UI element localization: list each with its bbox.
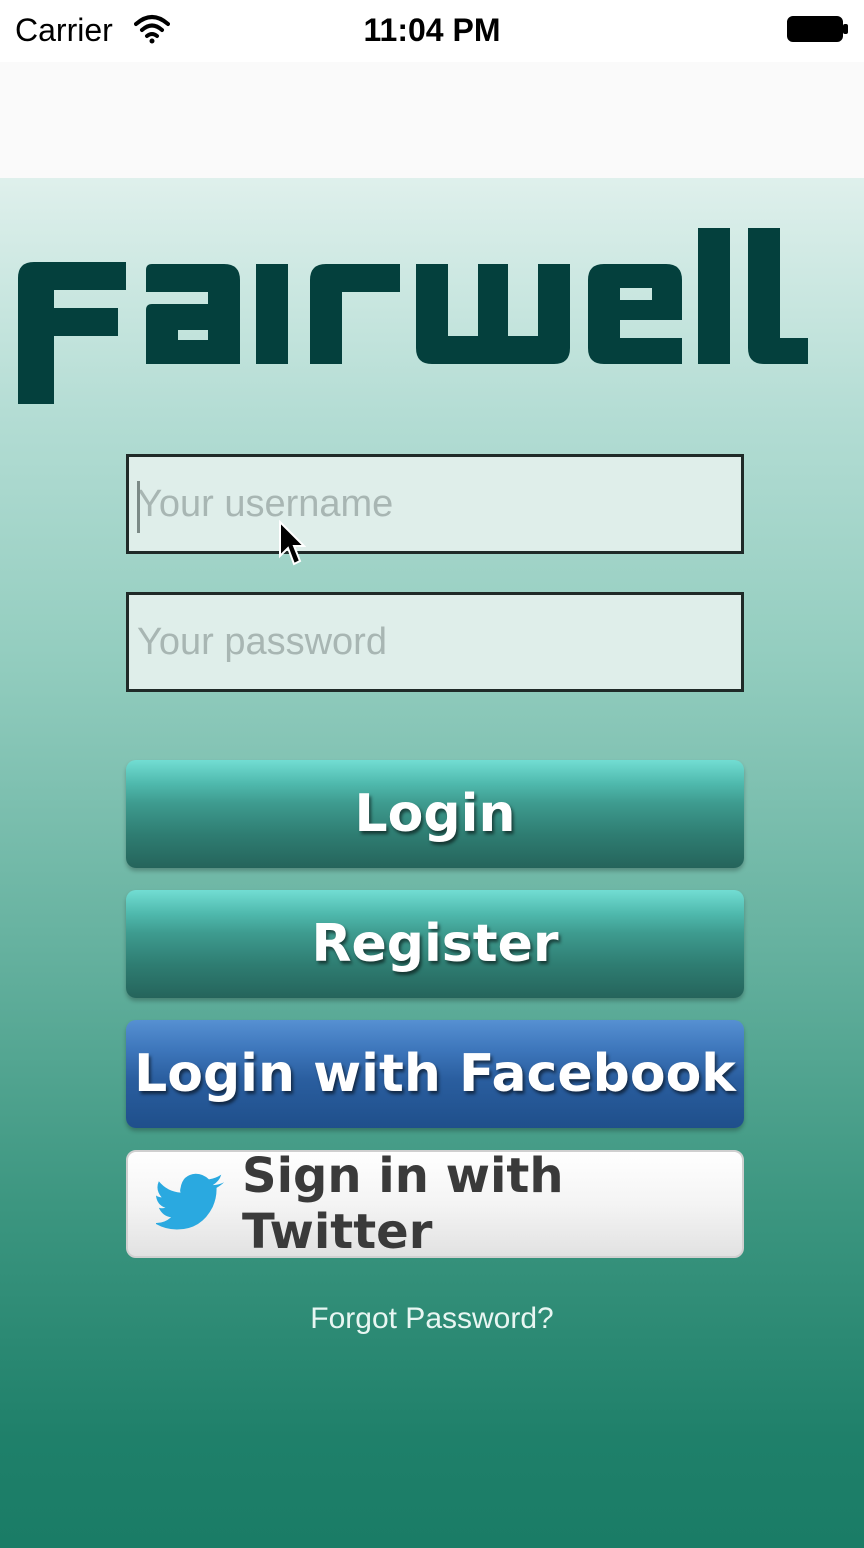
login-button-label: Login <box>354 784 516 844</box>
status-bar: Carrier 11:04 PM <box>0 0 864 62</box>
password-input[interactable] <box>129 619 741 665</box>
twitter-bird-icon <box>156 1173 225 1230</box>
password-field[interactable] <box>126 592 744 692</box>
mouse-pointer-icon <box>279 520 306 566</box>
register-button-label: Register <box>311 914 559 974</box>
forgot-password-link[interactable]: Forgot Password? <box>0 1302 864 1336</box>
twitter-signin-button[interactable]: Sign in with Twitter <box>126 1150 744 1258</box>
facebook-button-label: Login with Facebook <box>134 1044 736 1104</box>
username-field[interactable] <box>126 454 744 554</box>
register-button[interactable]: Register <box>126 890 744 998</box>
battery-icon <box>787 16 848 42</box>
logo-text: fairwell <box>18 228 22 229</box>
clock: 11:04 PM <box>363 12 501 48</box>
navigation-bar <box>0 62 864 180</box>
text-caret <box>137 481 140 533</box>
fairwell-logo: fairwell <box>18 228 808 404</box>
twitter-button-label: Sign in with Twitter <box>242 1150 564 1258</box>
facebook-login-button[interactable]: Login with Facebook <box>126 1020 744 1128</box>
username-input[interactable] <box>129 481 741 527</box>
login-button[interactable]: Login <box>126 760 744 868</box>
